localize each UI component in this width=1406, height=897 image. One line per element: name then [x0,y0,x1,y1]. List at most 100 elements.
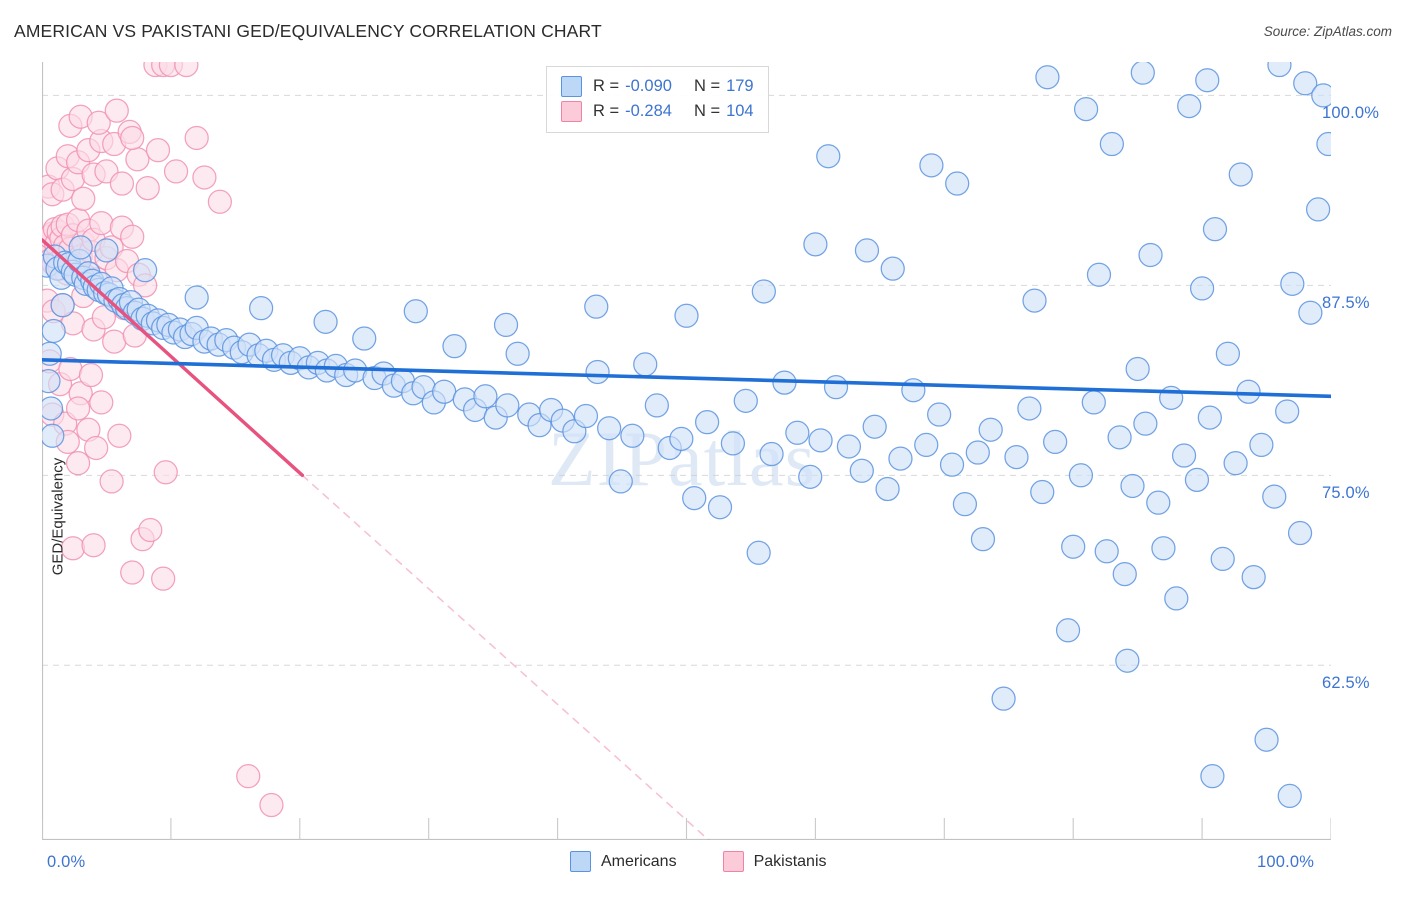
data-point[interactable] [1030,479,1055,505]
data-point[interactable] [102,329,127,354]
data-point[interactable] [746,540,771,565]
data-point[interactable] [1262,484,1287,509]
data-point[interactable] [759,441,784,467]
data-point[interactable] [965,440,990,465]
data-point[interactable] [1133,411,1158,436]
data-point[interactable] [495,393,520,418]
data-point[interactable] [89,390,114,415]
data-point[interactable] [644,393,669,418]
data-point[interactable] [120,224,145,249]
data-point[interactable] [674,303,699,328]
data-point[interactable] [153,460,178,485]
data-point[interactable] [1280,271,1305,296]
series-legend-item-pakistanis[interactable]: Pakistanis [722,851,827,872]
data-point[interactable] [1275,399,1300,424]
data-point[interactable] [1130,62,1155,85]
data-point[interactable] [184,125,209,151]
data-point[interactable] [1115,648,1140,673]
data-point[interactable] [1017,396,1042,421]
data-point[interactable] [991,686,1016,711]
data-point[interactable] [751,279,776,304]
data-point[interactable] [836,434,862,459]
data-point[interactable] [1043,429,1068,455]
data-point[interactable] [1099,131,1124,157]
data-point[interactable] [442,334,467,359]
data-point[interactable] [1061,534,1086,559]
data-point[interactable] [720,431,746,456]
data-point[interactable] [1254,727,1279,752]
data-point[interactable] [798,464,823,489]
data-point[interactable] [1267,62,1292,78]
data-point[interactable] [1249,432,1274,458]
data-point[interactable] [919,153,944,178]
data-point[interactable] [1035,65,1060,90]
data-point[interactable] [849,458,874,483]
data-point[interactable] [952,492,978,517]
data-point[interactable] [1073,96,1099,122]
data-point[interactable] [109,171,135,196]
data-point[interactable] [733,388,758,413]
data-point[interactable] [854,238,880,263]
data-point[interactable] [573,403,599,429]
data-point[interactable] [1146,490,1171,515]
data-point[interactable] [99,469,124,494]
data-point[interactable] [1164,586,1189,611]
data-point[interactable] [1125,356,1150,382]
data-point[interactable] [352,326,377,351]
data-point[interactable] [1022,288,1047,313]
data-point[interactable] [184,285,209,310]
data-point[interactable] [1177,93,1202,119]
data-point[interactable] [207,189,233,214]
data-point[interactable] [939,452,965,477]
data-point[interactable] [585,359,610,385]
data-point[interactable] [163,159,189,184]
data-point[interactable] [68,235,93,260]
data-point[interactable] [493,312,519,338]
data-point[interactable] [1298,300,1323,325]
data-point[interactable] [914,432,939,458]
data-point[interactable] [132,258,158,283]
data-point[interactable] [823,375,849,400]
data-point[interactable] [249,296,274,321]
data-point[interactable] [84,435,109,461]
data-point[interactable] [104,98,129,123]
data-point[interactable] [151,566,176,591]
data-point[interactable] [81,533,106,558]
data-point[interactable] [1228,162,1253,187]
data-point[interactable] [1316,131,1331,157]
data-point[interactable] [473,384,498,409]
data-point[interactable] [875,476,900,502]
data-point[interactable] [65,451,91,476]
data-point[interactable] [1171,443,1197,468]
data-point[interactable] [1004,444,1029,470]
data-point[interactable] [608,469,633,494]
data-point[interactable] [192,165,217,190]
data-point[interactable] [1277,783,1302,809]
data-point[interactable] [816,144,841,169]
data-point[interactable] [1215,341,1241,366]
data-point[interactable] [808,428,833,453]
data-point[interactable] [785,420,810,445]
data-point[interactable] [901,378,926,403]
data-point[interactable] [633,352,658,377]
data-point[interactable] [970,527,996,552]
data-point[interactable] [1241,564,1266,590]
data-point[interactable] [597,416,622,441]
data-point[interactable] [1202,217,1228,242]
data-point[interactable] [978,417,1003,442]
data-point[interactable] [135,175,160,201]
data-point[interactable] [584,294,609,319]
data-point[interactable] [803,232,828,257]
data-point[interactable] [65,396,91,421]
data-point[interactable] [71,186,96,211]
data-point[interactable] [1068,463,1094,488]
data-point[interactable] [1055,618,1081,643]
data-point[interactable] [1112,561,1137,587]
data-point[interactable] [1305,197,1331,222]
data-point[interactable] [138,517,163,543]
series-legend-item-americans[interactable]: Americans [570,851,677,872]
data-point[interactable] [888,446,913,471]
data-point[interactable] [682,485,707,511]
data-point[interactable] [1120,473,1145,499]
data-point[interactable] [927,402,952,427]
